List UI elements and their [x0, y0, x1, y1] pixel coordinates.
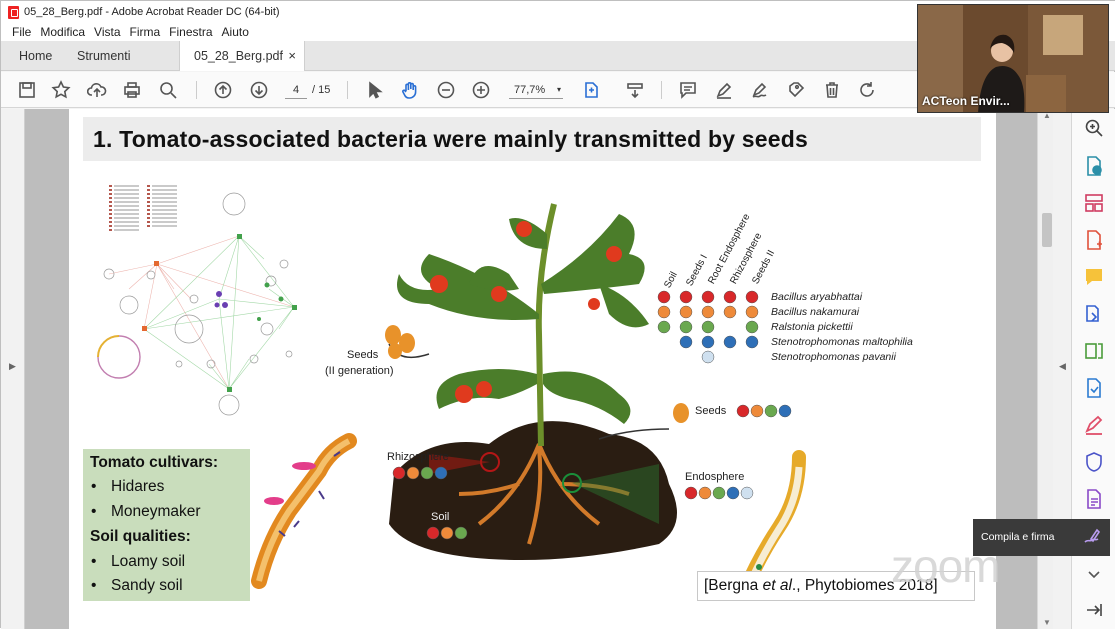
more-tools-icon[interactable]: [1083, 563, 1105, 585]
rhizosphere-dots: [392, 466, 448, 480]
create-pdf-icon[interactable]: [1083, 229, 1105, 251]
species-5: Stenotrophomonas pavanii: [771, 351, 896, 363]
chevron-right-icon: ▶: [9, 361, 16, 371]
menu-finestra[interactable]: Finestra: [169, 25, 212, 39]
tab-home[interactable]: Home: [19, 41, 52, 71]
bacteria-presence-matrix: [657, 290, 759, 364]
menu-aiuto[interactable]: Aiuto: [222, 25, 249, 39]
network-diagram-figure: [97, 185, 297, 416]
menu-modifica[interactable]: Modifica: [40, 25, 85, 39]
fit-page-icon[interactable]: [579, 78, 603, 102]
species-2: Bacillus nakamurai: [771, 306, 860, 318]
request-signatures-icon[interactable]: [1083, 488, 1105, 510]
tomato-plant-figure: [388, 203, 677, 560]
next-page-icon[interactable]: [247, 78, 271, 102]
print-icon[interactable]: [120, 78, 144, 102]
seeds-dots: [736, 404, 792, 418]
slide-title: 1. Tomato-associated bacteria were mainl…: [83, 117, 981, 161]
menu-firma[interactable]: Firma: [130, 25, 161, 39]
endosphere-dots: [684, 486, 754, 500]
fill-sign-icon[interactable]: [1083, 414, 1105, 436]
chevron-left-icon: ◀: [1059, 361, 1066, 371]
zoom-out-icon[interactable]: [434, 78, 458, 102]
bullet: •: [91, 577, 97, 594]
citation-pre: [Bergna: [704, 577, 763, 594]
tab-tools[interactable]: Strumenti: [77, 41, 131, 71]
protect-icon[interactable]: [1083, 451, 1105, 473]
sign-icon[interactable]: [748, 78, 772, 102]
video-thumbnail[interactable]: ACTeon Envir...: [917, 4, 1109, 113]
select-cursor-icon[interactable]: [362, 78, 386, 102]
label-soil: Soil: [431, 511, 450, 523]
menu-vista[interactable]: Vista: [94, 25, 120, 39]
cultivar-hidares: Hidares: [111, 478, 165, 495]
cultivar-moneymaker: Moneymaker: [111, 503, 201, 520]
species-4: Stenotrophomonas maltophilia: [771, 336, 913, 348]
previous-page-icon[interactable]: [211, 78, 235, 102]
highlight-pen-icon[interactable]: [712, 78, 736, 102]
bullet: •: [91, 503, 97, 520]
scrollbar-thumb[interactable]: [1042, 213, 1052, 247]
scroll-mode-icon[interactable]: [623, 78, 647, 102]
window-title: 05_28_Berg.pdf - Adobe Acrobat Reader DC…: [24, 6, 280, 18]
page-number-input[interactable]: 4: [285, 81, 307, 99]
citation-et-al: et al: [762, 577, 792, 594]
close-tab-icon[interactable]: ×: [288, 48, 296, 63]
menu-file[interactable]: File: [12, 25, 31, 39]
page-total: / 15: [312, 84, 331, 96]
label-endosphere: Endosphere: [685, 471, 745, 483]
pdf-page: 1. Tomato-associated bacteria were mainl…: [69, 109, 996, 629]
save-icon[interactable]: [15, 78, 39, 102]
search-icon[interactable]: [156, 78, 180, 102]
edit-pdf-icon[interactable]: [1083, 340, 1105, 362]
tab-document-label: 05_28_Berg.pdf: [194, 49, 283, 63]
tab-document[interactable]: 05_28_Berg.pdf ×: [179, 41, 305, 71]
label-rhizosphere: Rhizosphere: [387, 451, 449, 463]
soil-loamy: Loamy soil: [111, 553, 186, 570]
zoom-in-icon[interactable]: [469, 78, 493, 102]
acrobat-window: 05_28_Berg.pdf - Adobe Acrobat Reader DC…: [0, 0, 1115, 629]
rotate-icon[interactable]: [855, 78, 879, 102]
species-1: Bacillus aryabhattai: [771, 291, 863, 303]
seeds-icon: [385, 325, 415, 359]
label-seeds: Seeds: [695, 405, 727, 417]
trash-icon[interactable]: [820, 78, 844, 102]
export-pdf-icon[interactable]: [1083, 155, 1105, 177]
scroll-down-icon[interactable]: ▼: [1043, 618, 1051, 627]
root-bacteria-figure: [251, 433, 357, 589]
signature-icon: [1084, 528, 1101, 543]
zoom-level-select[interactable]: 77,7% ▾: [509, 81, 563, 99]
collapse-pane-icon[interactable]: [1083, 599, 1105, 621]
acrobat-logo-icon: [8, 5, 19, 19]
species-3: Ralstonia pickettii: [771, 321, 853, 333]
stamp-icon[interactable]: [784, 78, 808, 102]
comment-tool-icon[interactable]: [1083, 266, 1105, 288]
star-icon[interactable]: [49, 78, 73, 102]
combine-files-icon[interactable]: [1083, 303, 1105, 325]
comment-icon[interactable]: [676, 78, 700, 102]
seed-icon: [673, 403, 689, 423]
participant-name: ACTeon Envir...: [922, 94, 1010, 108]
left-panel-toggle[interactable]: ▶: [1, 109, 25, 629]
cultivars-heading: Tomato cultivars:: [90, 454, 219, 471]
label-ii-generation: (II generation): [325, 365, 394, 377]
soil-dots: [426, 526, 468, 540]
bullet: •: [91, 553, 97, 570]
hand-tool-icon[interactable]: [398, 78, 422, 102]
zoom-watermark: zoom: [891, 540, 1000, 592]
bullet: •: [91, 478, 97, 495]
zoom-search-icon[interactable]: [1083, 117, 1105, 139]
send-for-review-icon[interactable]: [1083, 377, 1105, 399]
experiment-factors-box: Tomato cultivars: • Hidares • Moneymaker…: [83, 449, 250, 601]
chevron-down-icon: ▾: [556, 85, 561, 94]
soil-sandy: Sandy soil: [111, 577, 183, 594]
soil-heading: Soil qualities:: [90, 528, 191, 545]
zoom-level-value: 77,7%: [514, 84, 546, 96]
organize-pages-icon[interactable]: [1083, 192, 1105, 214]
cloud-upload-icon[interactable]: [85, 78, 109, 102]
label-seeds-ii: Seeds: [347, 349, 379, 361]
